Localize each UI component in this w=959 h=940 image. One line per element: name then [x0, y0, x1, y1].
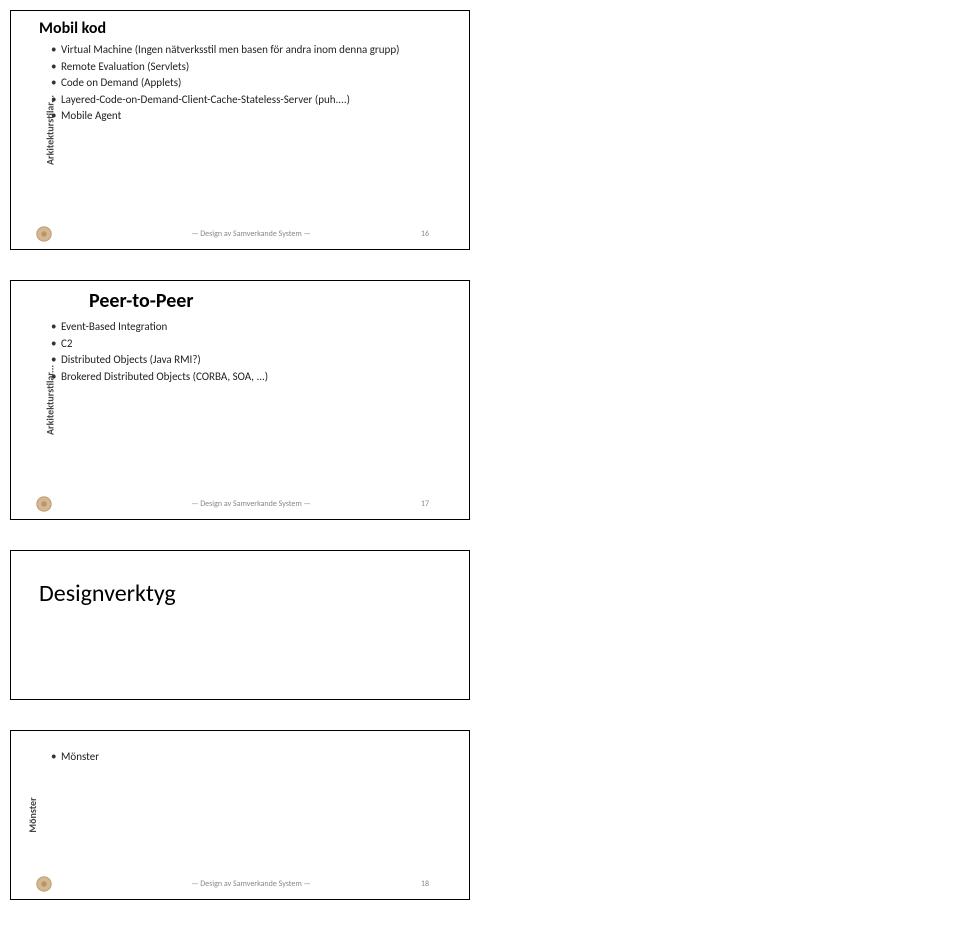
slide-title: Designverktyg: [39, 579, 461, 608]
slide-list: Event-Based Integration C2 Distributed O…: [39, 319, 461, 385]
footer-page-number: 16: [421, 229, 429, 239]
slide-1: Arkitekturstilar... Mobil kod Virtual Ma…: [10, 10, 470, 250]
footer-page-number: 18: [421, 879, 429, 889]
slide-list: Mönster: [39, 749, 461, 766]
list-item: Event-Based Integration: [51, 319, 461, 336]
slide-title: Peer-to-Peer: [89, 289, 461, 313]
slide-title: Mobil kod: [39, 19, 461, 38]
list-item: Remote Evaluation (Servlets): [51, 59, 461, 76]
footer-text: — Design av Samverkande System —: [53, 499, 449, 509]
list-item: Code on Demand (Applets): [51, 75, 461, 92]
slide-2: Arkitekturstilar... Peer-to-Peer Event-B…: [10, 280, 470, 520]
slide-list: Virtual Machine (Ingen nätverksstil men …: [39, 42, 461, 125]
slide-4: Mönster Mönster — Design av Samverkande …: [10, 730, 470, 900]
footer-logo-icon: [35, 495, 53, 513]
footer-text: — Design av Samverkande System —: [53, 879, 449, 889]
list-item: Virtual Machine (Ingen nätverksstil men …: [51, 42, 461, 59]
slide-vertical-label: Mönster: [26, 797, 39, 832]
list-item: Layered-Code-on-Demand-Client-Cache-Stat…: [51, 92, 461, 109]
slide-3: Designverktyg: [10, 550, 470, 700]
footer-page-number: 17: [421, 499, 429, 509]
list-item: Distributed Objects (Java RMI?): [51, 352, 461, 369]
list-item: Brokered Distributed Objects (CORBA, SOA…: [51, 369, 461, 386]
list-item: Mobile Agent: [51, 108, 461, 125]
list-item: C2: [51, 336, 461, 353]
footer-logo-icon: [35, 875, 53, 893]
footer-text: — Design av Samverkande System —: [53, 229, 449, 239]
slide-footer: — Design av Samverkande System — 18: [11, 875, 469, 893]
slide-footer: — Design av Samverkande System — 17: [11, 495, 469, 513]
slide-footer: — Design av Samverkande System — 16: [11, 225, 469, 243]
list-item: Mönster: [51, 749, 461, 766]
footer-logo-icon: [35, 225, 53, 243]
